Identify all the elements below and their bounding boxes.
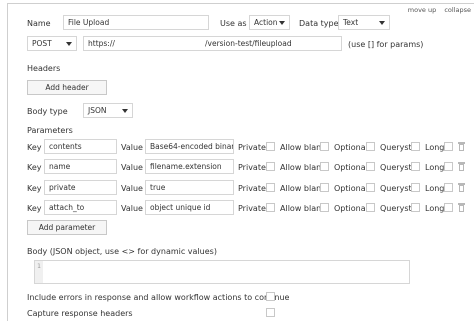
data-type-select[interactable]: Text <box>338 15 390 30</box>
long-label: Long <box>425 163 445 172</box>
queryst-checkbox[interactable] <box>411 142 420 151</box>
allow-blank-checkbox[interactable] <box>320 183 329 192</box>
key-label: Key <box>27 204 42 213</box>
use-as-value: Action <box>254 18 278 27</box>
collapse-link[interactable]: collapse <box>444 6 471 14</box>
private-label: Private <box>238 143 266 152</box>
url-end: /version-test/fileupload <box>205 39 292 48</box>
param-key-input[interactable]: attach_to <box>44 200 117 215</box>
long-checkbox[interactable] <box>444 142 453 151</box>
param-key-input[interactable]: name <box>44 159 117 174</box>
queryst-label: Queryst. <box>380 204 415 213</box>
body-type-label: Body type <box>27 107 68 116</box>
long-checkbox[interactable] <box>444 203 453 212</box>
body-json-textarea[interactable]: 1 <box>34 260 410 284</box>
value-label: Value <box>121 204 143 213</box>
value-label: Value <box>121 184 143 193</box>
method-value: POST <box>32 39 52 48</box>
optional-checkbox[interactable] <box>366 142 375 151</box>
long-label: Long <box>425 204 445 213</box>
param-value-input[interactable]: object unique id <box>145 200 234 215</box>
private-checkbox[interactable] <box>266 162 275 171</box>
chevron-down-icon <box>379 21 385 25</box>
use-as-label: Use as <box>220 19 247 28</box>
private-checkbox[interactable] <box>266 183 275 192</box>
line-number: 1 <box>35 261 43 283</box>
param-value-input[interactable]: filename.extension <box>145 159 234 174</box>
optional-label: Optional <box>334 204 368 213</box>
chevron-down-icon <box>279 21 285 25</box>
key-label: Key <box>27 143 42 152</box>
chevron-down-icon <box>66 42 72 46</box>
add-parameter-button[interactable]: Add parameter <box>27 220 107 235</box>
optional-checkbox[interactable] <box>366 203 375 212</box>
allow-blank-checkbox[interactable] <box>320 162 329 171</box>
move-up-link[interactable]: move up <box>408 6 436 14</box>
headers-label: Headers <box>27 64 61 73</box>
queryst-checkbox[interactable] <box>411 162 420 171</box>
optional-checkbox[interactable] <box>366 183 375 192</box>
use-as-select[interactable]: Action <box>249 15 290 30</box>
allow-blank-label: Allow blank <box>280 204 326 213</box>
optional-label: Optional <box>334 143 368 152</box>
body-type-select[interactable]: JSON <box>83 103 133 118</box>
private-checkbox[interactable] <box>266 142 275 151</box>
name-label: Name <box>27 19 51 28</box>
trash-icon[interactable] <box>458 183 465 192</box>
param-value-input[interactable]: Base64-encoded binary d <box>145 139 234 154</box>
add-header-button[interactable]: Add header <box>27 80 107 95</box>
queryst-checkbox[interactable] <box>411 203 420 212</box>
value-label: Value <box>121 163 143 172</box>
optional-label: Optional <box>334 163 368 172</box>
url-input[interactable]: https:// /version-test/fileupload <box>83 36 342 51</box>
url-start: https:// <box>88 39 115 48</box>
param-value-input[interactable]: true <box>145 180 234 195</box>
long-label: Long <box>425 184 445 193</box>
long-checkbox[interactable] <box>444 183 453 192</box>
queryst-checkbox[interactable] <box>411 183 420 192</box>
key-label: Key <box>27 184 42 193</box>
private-label: Private <box>238 184 266 193</box>
trash-icon[interactable] <box>458 142 465 151</box>
long-label: Long <box>425 143 445 152</box>
method-select[interactable]: POST <box>27 36 77 51</box>
allow-blank-label: Allow blank <box>280 184 326 193</box>
optional-label: Optional <box>334 184 368 193</box>
capture-headers-label: Capture response headers <box>27 309 133 318</box>
queryst-label: Queryst. <box>380 184 415 193</box>
parameters-label: Parameters <box>27 126 73 135</box>
trash-icon[interactable] <box>458 203 465 212</box>
data-type-label: Data type <box>299 19 339 28</box>
trash-icon[interactable] <box>458 162 465 171</box>
value-label: Value <box>121 143 143 152</box>
chevron-down-icon <box>122 109 128 113</box>
private-label: Private <box>238 204 266 213</box>
allow-blank-checkbox[interactable] <box>320 203 329 212</box>
param-key-input[interactable]: private <box>44 180 117 195</box>
private-label: Private <box>238 163 266 172</box>
name-input[interactable]: File Upload <box>63 15 209 30</box>
allow-blank-label: Allow blank <box>280 163 326 172</box>
queryst-label: Queryst. <box>380 143 415 152</box>
params-hint: (use [] for params) <box>348 40 424 49</box>
include-errors-label: Include errors in response and allow wor… <box>27 293 290 302</box>
include-errors-checkbox[interactable] <box>266 292 275 301</box>
private-checkbox[interactable] <box>266 203 275 212</box>
capture-headers-checkbox[interactable] <box>266 308 275 317</box>
allow-blank-label: Allow blank <box>280 143 326 152</box>
data-type-value: Text <box>343 18 359 27</box>
top-links: move up collapse <box>402 6 471 14</box>
key-label: Key <box>27 163 42 172</box>
optional-checkbox[interactable] <box>366 162 375 171</box>
queryst-label: Queryst. <box>380 163 415 172</box>
body-label: Body (JSON object, use <> for dynamic va… <box>27 247 217 256</box>
body-type-value: JSON <box>88 106 107 115</box>
allow-blank-checkbox[interactable] <box>320 142 329 151</box>
param-key-input[interactable]: contents <box>44 139 117 154</box>
long-checkbox[interactable] <box>444 162 453 171</box>
